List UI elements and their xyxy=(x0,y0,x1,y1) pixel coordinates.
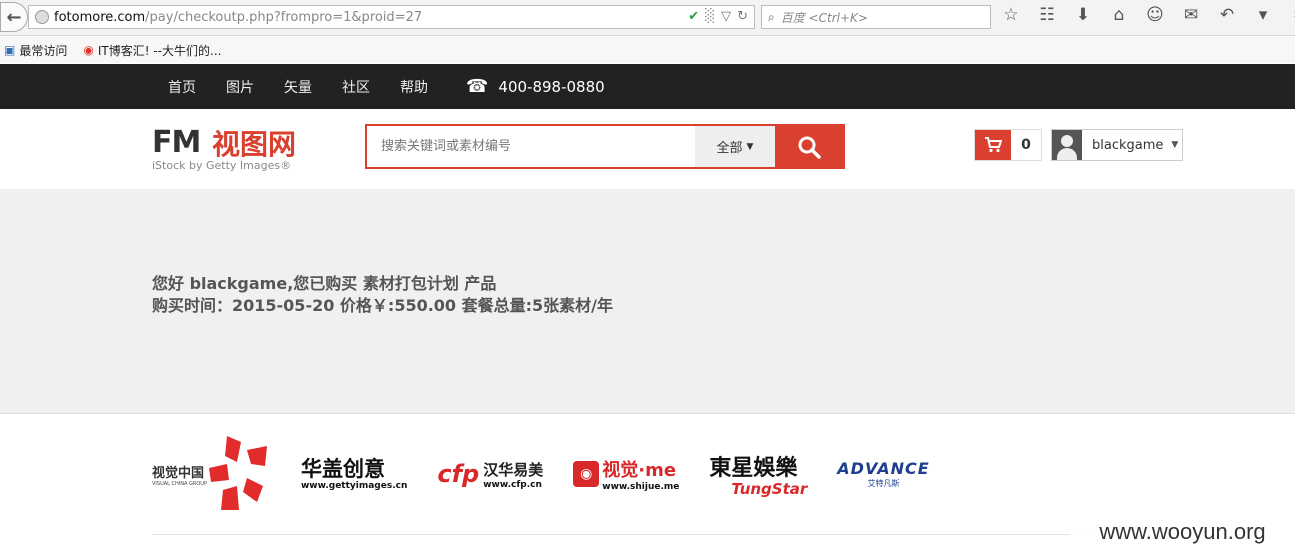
chevron-down-icon: ▼ xyxy=(1171,140,1179,150)
partner-cfp[interactable]: cfp 汉华易美 www.cfp.cn xyxy=(437,459,543,490)
vcg-name: 视觉中国 xyxy=(152,465,205,481)
advance-name-cn: 艾特凡斯 xyxy=(867,479,900,488)
home-icon[interactable]: ⌂ xyxy=(1108,5,1130,25)
shijue-url: www.shijue.me xyxy=(602,482,680,492)
search-icon: ⌕ xyxy=(768,9,775,24)
search-button[interactable] xyxy=(775,126,843,167)
vcg-star-icon xyxy=(208,436,267,510)
browser-toolbar: ← fotomore.com/pay/checkoutp.php?frompro… xyxy=(0,0,1295,36)
nav-images[interactable]: 图片 xyxy=(226,77,254,97)
site-header: FM 视图网 iStock by Getty Images® 全部 ▼ 0 bl… xyxy=(0,109,1295,189)
phone-number: ☎ 400-898-0880 xyxy=(466,76,605,97)
scope-label: 全部 xyxy=(716,141,743,156)
advance-name: ADVANCE xyxy=(837,459,930,478)
cfp-url: www.cfp.cn xyxy=(483,479,542,490)
purchase-message: 您好 blackgame,您已购买 素材打包计划 产品 xyxy=(152,274,497,293)
cfp-logo-icon: cfp xyxy=(437,460,480,488)
url-path: /pay/checkoutp.php?frompro=1&proid=27 xyxy=(145,9,423,25)
crop-icon[interactable]: ⌗ xyxy=(1288,5,1295,25)
site-identity-icon[interactable] xyxy=(35,10,49,24)
bookmark-label: IT博客汇! --大牛们的... xyxy=(97,43,222,58)
cart-count: 0 xyxy=(1021,137,1031,153)
cart-button[interactable]: 0 xyxy=(974,129,1042,161)
qr-code-icon[interactable]: ░ xyxy=(705,9,715,24)
reload-icon[interactable]: ↻ xyxy=(737,9,748,24)
logo-cn: 视图网 xyxy=(212,128,297,161)
cart-icon xyxy=(975,130,1011,160)
getty-url: www.gettyimages.cn xyxy=(300,481,408,491)
bookmark-label: 最常访问 xyxy=(19,43,68,58)
undo-icon[interactable]: ↶ xyxy=(1216,5,1238,25)
emoji-icon[interactable]: ☺ xyxy=(1144,5,1166,25)
partner-tungstar[interactable]: 東星娛樂 TungStar xyxy=(709,450,807,498)
shijue-name: 视觉·me xyxy=(602,460,677,481)
watermark: www.wooyun.org xyxy=(1070,508,1295,556)
search-input[interactable] xyxy=(367,126,695,167)
bookmark-most-visited[interactable]: ▣ 最常访问 xyxy=(4,42,67,59)
cfp-name: 汉华易美 xyxy=(483,460,544,479)
logo-fm: FM xyxy=(152,125,201,160)
search-scope-dropdown[interactable]: 全部 ▼ xyxy=(695,126,775,167)
logo-subtitle: iStock by Getty Images® xyxy=(152,159,292,172)
site-search: 全部 ▼ xyxy=(365,124,845,169)
purchase-details: 购买时间：2015-05-20 价格￥:550.00 套餐总量:5张素材/年 xyxy=(152,296,614,315)
reading-list-icon[interactable]: ☷ xyxy=(1036,5,1058,25)
tungstar-name-en: TungStar xyxy=(731,480,808,498)
eye-icon: ◉ xyxy=(573,461,600,487)
dropdown-icon[interactable]: ▽ xyxy=(721,9,731,24)
address-bar[interactable]: fotomore.com/pay/checkoutp.php?frompro=1… xyxy=(28,5,755,29)
back-button[interactable]: ← xyxy=(0,2,28,32)
search-icon xyxy=(798,136,821,159)
username: blackgame xyxy=(1092,137,1164,153)
footer-divider xyxy=(152,534,1183,535)
partner-advance[interactable]: ADVANCE 艾特凡斯 xyxy=(837,459,929,489)
bookmark-star-icon[interactable]: ☆ xyxy=(1000,5,1022,25)
back-arrow-icon: ← xyxy=(6,6,22,28)
chat-icon[interactable]: ✉ xyxy=(1180,5,1202,25)
chevron-down-icon: ▼ xyxy=(746,141,754,152)
phone-icon: ☎ xyxy=(466,76,489,97)
partner-vcg[interactable]: 视觉中国 VISUAL CHINA GROUP xyxy=(152,434,271,514)
download-icon[interactable]: ⬇ xyxy=(1072,5,1094,25)
menu-caret-icon[interactable]: ▾ xyxy=(1252,5,1274,25)
purchase-confirmation: 您好 blackgame,您已购买 素材打包计划 产品 购买时间：2015-05… xyxy=(0,189,1295,414)
bookmark-bar: ▣ 最常访问 ◉ IT博客汇! --大牛们的... xyxy=(0,37,1295,63)
browser-search-input[interactable]: ⌕ 百度 <Ctrl+K> xyxy=(761,5,991,29)
user-menu[interactable]: blackgame ▼ xyxy=(1051,129,1183,161)
site-nav: 首页 图片 矢量 社区 帮助 ☎ 400-898-0880 xyxy=(0,64,1295,109)
partner-shijue[interactable]: ◉ 视觉·me www.shijue.me xyxy=(573,456,679,492)
weibo-icon: ◉ xyxy=(83,43,94,57)
nav-community[interactable]: 社区 xyxy=(342,77,370,97)
getty-name: 华盖创意 xyxy=(300,457,385,481)
nav-home[interactable]: 首页 xyxy=(168,77,196,97)
avatar xyxy=(1052,130,1082,160)
vcg-name-en: VISUAL CHINA GROUP xyxy=(152,480,207,487)
site-logo[interactable]: FM 视图网 iStock by Getty Images® xyxy=(152,125,302,173)
url-host: fotomore.com xyxy=(54,9,146,25)
phone-text: 400-898-0880 xyxy=(498,77,605,96)
nav-vectors[interactable]: 矢量 xyxy=(284,77,312,97)
nav-help[interactable]: 帮助 xyxy=(400,77,428,97)
bookmark-it-blog[interactable]: ◉ IT博客汇! --大牛们的... xyxy=(83,42,221,59)
browser-search-placeholder: 百度 <Ctrl+K> xyxy=(780,10,868,25)
tungstar-name: 東星娛樂 xyxy=(709,455,798,481)
shield-icon[interactable]: ✔ xyxy=(688,9,699,24)
folder-icon: ▣ xyxy=(4,43,16,57)
partner-getty[interactable]: 华盖创意 www.gettyimages.cn xyxy=(301,457,407,491)
